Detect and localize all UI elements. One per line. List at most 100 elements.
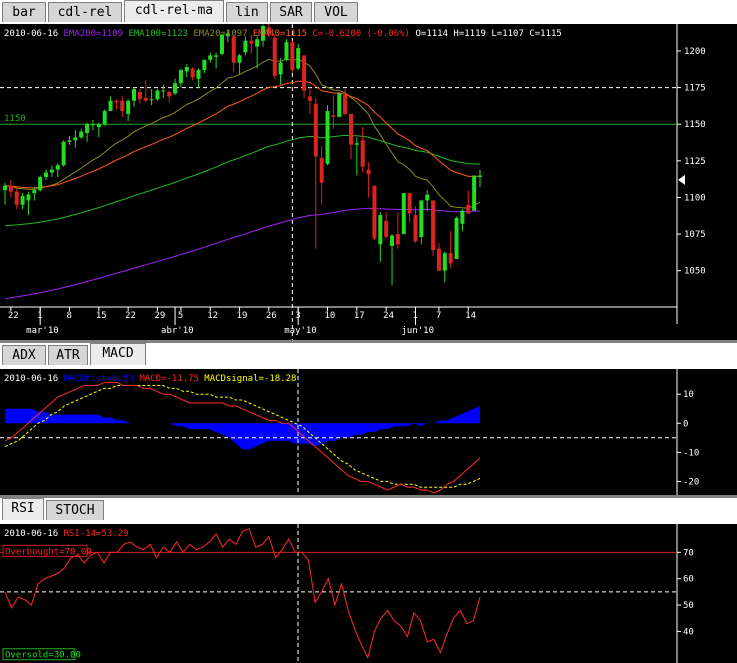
- candle-body: [478, 175, 482, 177]
- candle-body: [278, 62, 283, 75]
- candle-body: [448, 253, 453, 264]
- x-tick-label: 22: [125, 311, 136, 321]
- candle-body: [325, 111, 330, 164]
- candle-body: [143, 97, 148, 101]
- y-tick-label: 1200: [684, 47, 706, 57]
- x-tick-label: 5: [178, 311, 183, 321]
- legend-text: MACD=-11.75: [139, 374, 199, 384]
- candle-body: [231, 36, 236, 63]
- candle-body: [343, 94, 348, 114]
- candle-body: [79, 131, 84, 138]
- candle-body: [8, 185, 13, 192]
- candle-body: [290, 42, 295, 71]
- y-tick-label: 1125: [684, 157, 706, 167]
- y-tick-label: -20: [683, 477, 699, 487]
- y-tick-label: 1100: [684, 193, 706, 203]
- y-tick-label: 1075: [684, 230, 706, 240]
- candle-body: [436, 248, 441, 271]
- candle-body: [202, 59, 207, 71]
- legend-text: MACDhist=6.53: [64, 374, 134, 384]
- tab-macd[interactable]: MACD: [90, 343, 146, 365]
- legend-text: EMA100=1123: [128, 29, 188, 39]
- tab-stoch[interactable]: STOCH: [46, 500, 104, 520]
- candle-body: [454, 217, 459, 259]
- candle-body: [190, 68, 195, 78]
- candle-body: [32, 190, 37, 194]
- rsi-chart[interactable]: 40506070Overbought=70.00Oversold=30.0020…: [0, 524, 737, 663]
- tab-lin[interactable]: lin: [226, 2, 268, 22]
- candle-body: [395, 234, 400, 245]
- candle-body: [407, 193, 412, 214]
- candle-body: [366, 169, 371, 175]
- candle-body: [184, 67, 189, 72]
- candle-body: [96, 124, 101, 128]
- candle-body: [442, 253, 447, 271]
- legend-text: RSI-14=53.29: [64, 529, 129, 539]
- candle-body: [472, 175, 477, 211]
- candle-body: [284, 42, 289, 60]
- month-label: may'10: [284, 326, 317, 336]
- y-tick-label: 1175: [684, 84, 706, 94]
- tab-sar[interactable]: SAR: [270, 2, 312, 22]
- candle-body: [313, 103, 318, 157]
- candle-body: [85, 124, 90, 134]
- candle-body: [178, 70, 183, 84]
- candle-body: [214, 55, 219, 57]
- rsi-tab-bar: RSI STOCH: [0, 498, 737, 524]
- candle-body: [161, 90, 166, 92]
- candle-body: [102, 111, 107, 125]
- candle-body: [173, 83, 178, 94]
- candle-body: [237, 55, 242, 63]
- candle-body: [67, 140, 72, 142]
- plot-background: [0, 524, 737, 663]
- y-tick-label: 60: [683, 575, 694, 585]
- y-tick-label: -10: [683, 448, 699, 458]
- legend-text: 2010-06-16: [4, 529, 58, 539]
- x-tick-label: 22: [8, 311, 19, 321]
- tab-vol[interactable]: VOL: [314, 2, 358, 22]
- legend-text: MACDsignal=-18.28: [204, 374, 296, 384]
- tab-cdl-rel[interactable]: cdl-rel: [48, 2, 122, 22]
- candle-body: [137, 91, 142, 100]
- month-label: abr'10: [161, 326, 194, 336]
- legend-text: C=-0.6200 (-0.06%): [312, 29, 410, 39]
- candle-body: [20, 195, 25, 205]
- tab-atr[interactable]: ATR: [48, 345, 88, 365]
- x-tick-label: 19: [237, 311, 248, 321]
- candle-body: [249, 40, 254, 44]
- candle-body: [108, 100, 113, 112]
- macd-tab-bar: ADX ATR MACD: [0, 343, 737, 369]
- price-chart[interactable]: 1050107511001125115011751200115022181522…: [0, 24, 737, 340]
- candle-body: [390, 235, 395, 246]
- tab-cdl-rel-ma[interactable]: cdl-rel-ma: [124, 0, 224, 22]
- tab-adx[interactable]: ADX: [2, 345, 46, 365]
- x-tick-label: 8: [67, 311, 72, 321]
- candle-body: [296, 48, 301, 69]
- candle-body: [401, 193, 406, 235]
- tab-rsi[interactable]: RSI: [2, 498, 44, 520]
- legend-text: EMA200=1109: [64, 29, 124, 39]
- month-label: jun'10: [401, 326, 434, 336]
- candle-body: [255, 39, 260, 47]
- candle-body: [38, 176, 43, 191]
- candle-body: [26, 194, 31, 201]
- month-label: mar'10: [26, 326, 59, 336]
- macd-chart[interactable]: -20 -10 0 10 2010-06-16 MACDhist=6.53 MACD=-11…: [0, 369, 737, 495]
- y-tick-label: 50: [683, 601, 694, 611]
- x-tick-label: 12: [207, 311, 218, 321]
- candle-body: [272, 37, 277, 76]
- x-tick-label: 24: [383, 311, 394, 321]
- candle-body: [378, 215, 383, 245]
- y-tick-label: 1050: [684, 267, 706, 277]
- tab-bar[interactable]: bar: [2, 2, 46, 22]
- candle-body: [354, 143, 359, 145]
- legend-text: 2010-06-16: [4, 29, 58, 39]
- x-tick-label: 15: [96, 311, 107, 321]
- candle-body: [14, 191, 19, 205]
- y-tick-label: 10: [683, 390, 694, 400]
- candle-body: [431, 200, 436, 251]
- oversold-label: Oversold=30.00: [5, 651, 81, 661]
- candle-body: [196, 70, 201, 79]
- candle-body: [360, 140, 365, 167]
- candle-body: [348, 113, 353, 145]
